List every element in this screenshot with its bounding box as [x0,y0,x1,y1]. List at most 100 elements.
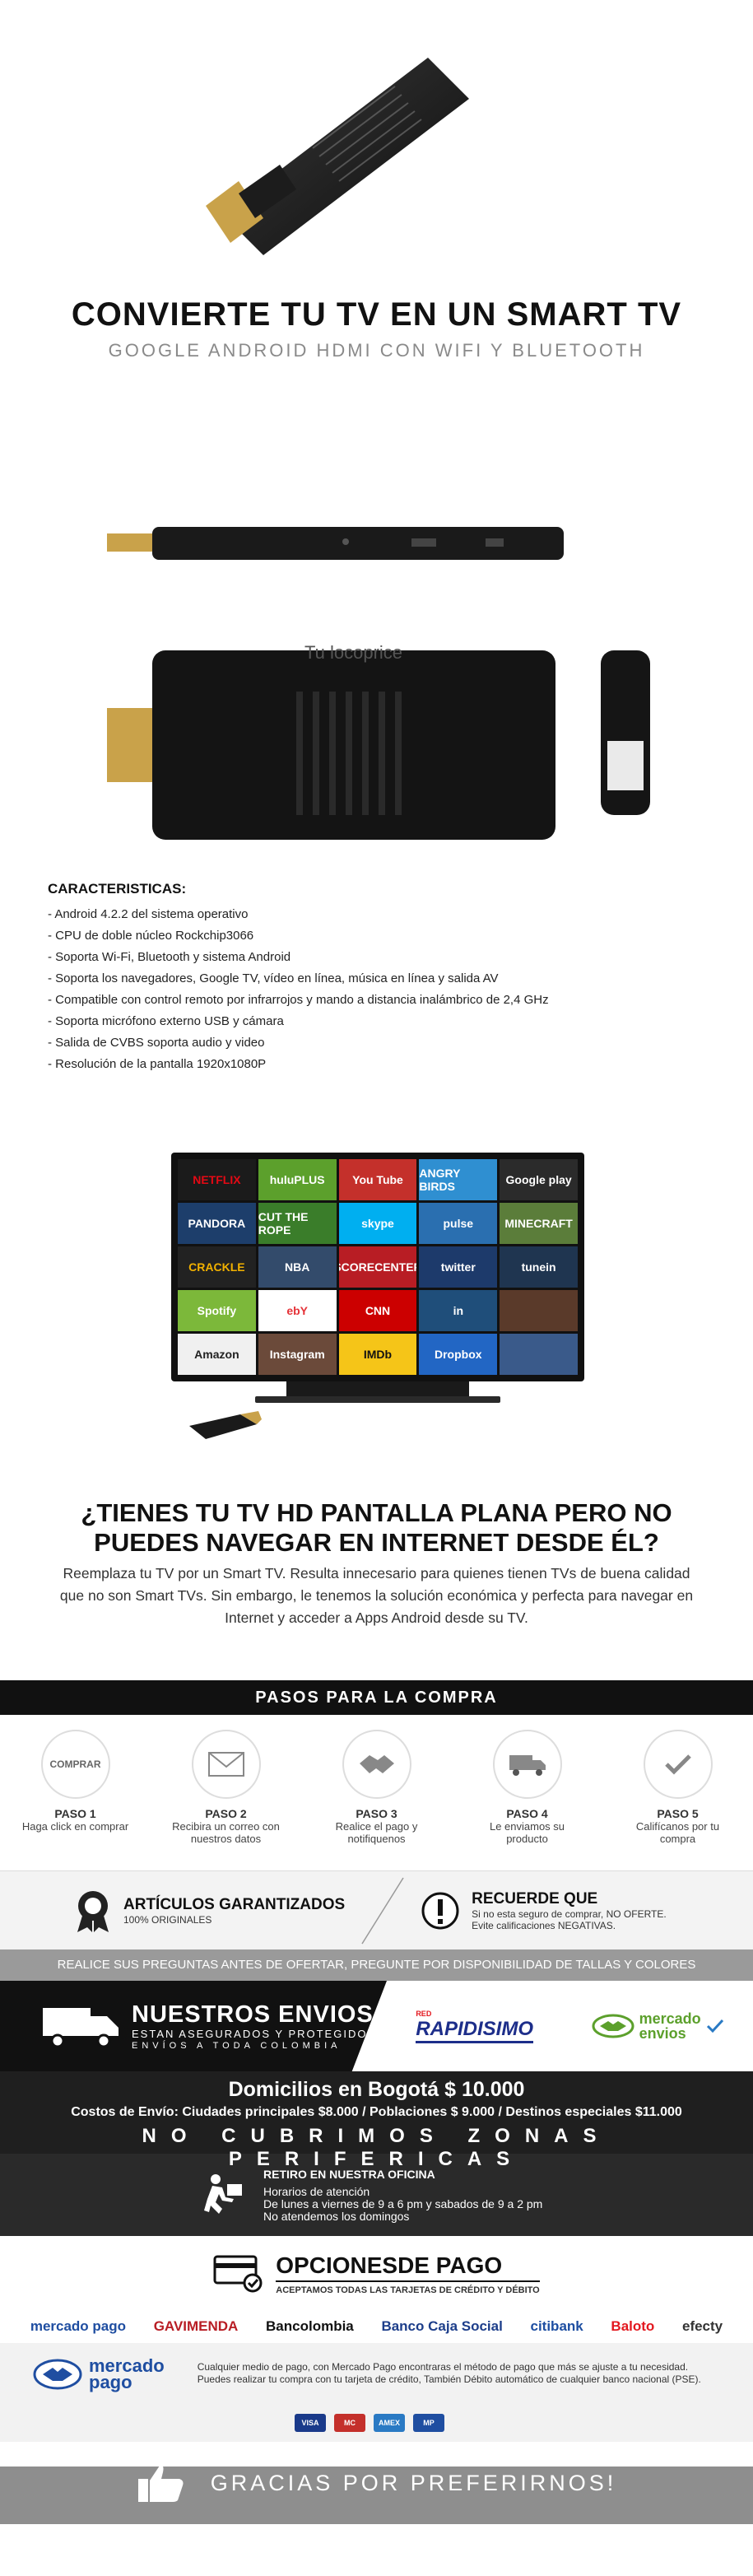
guarantee-title: ARTÍCULOS GARANTIZADOS [123,1895,346,1913]
feature-item: - Soporta Wi-Fi, Bluetooth y sistema And… [48,950,291,964]
app-tile: CUT THE ROPE [258,1203,337,1244]
app-tile [500,1290,578,1331]
feature-item: - Android 4.2.2 del sistema operativo [48,907,249,921]
sub-headline: GOOGLE ANDROID HDMI CON WIFI Y BLUETOOTH [108,340,645,361]
mercado-envios-logo: mercado envios [592,2011,724,2041]
shipping-title: NUESTROS ENVIOS [132,2001,374,2028]
shipping-section: NUESTROS ENVIOS ESTAN ASEGURADOS Y PROTE… [0,1981,753,2071]
app-tile: huluPLUS [258,1159,337,1200]
card-logo: VISA [295,2414,326,2432]
product-listing-page: CONVIERTE TU TV EN UN SMART TV GOOGLE AN… [0,0,753,2524]
app-tile: IMDb [338,1334,417,1375]
checkmark-icon [643,1730,713,1799]
question-body: Reemplaza tu TV por un Smart TV. Resulta… [59,1565,694,1626]
feature-item: - Soporta los navegadores, Google TV, ví… [48,971,499,985]
question-section: ¿TIENES TU TV HD PANTALLA PLANA PERO NO … [0,1498,753,1629]
step-desc: Califícanos por tu compra [635,1820,720,1845]
app-tile: CNN [338,1290,417,1331]
app-tile: NBA [258,1246,337,1288]
mp-text-line: Cualquier medio de pago, con Mercado Pag… [197,2361,689,2373]
step-4: PASO 4 Le enviamos su producto [470,1730,585,1870]
bank-logos: mercado pago GAVIMENDA Bancolombia Banco Ca… [0,2318,753,2335]
tv-apps-section: NETFLIX huluPLUS You Tube ANGRY BIRDS Google… [0,1153,753,1498]
handshake-icon [342,1730,411,1799]
step-title: PASO 3 [356,1807,397,1820]
bank-name: GAVIMENDA [153,2318,239,2334]
card-icon [213,2255,263,2293]
office-hours: Horarios de atención [263,2184,370,2198]
app-tile: pulse [419,1203,498,1244]
hero-section: CONVIERTE TU TV EN UN SMART TV GOOGLE AN… [0,0,753,395]
app-tile: ebY [258,1290,337,1331]
watermark-text: Tu locoprice [304,642,402,663]
app-tile: tunein [500,1246,578,1288]
checkmark-icon [706,2019,723,2033]
thanks-text: GRACIAS POR PREFERIRNOS! [210,2470,617,2495]
delivery-costs: Domicilios en Bogotá $ 10.000 Costos de … [0,2071,753,2170]
main-headline: CONVIERTE TU TV EN UN SMART TV [71,296,682,333]
step-title: PASO 5 [657,1807,699,1820]
feature-item: - Salida de CVBS soporta audio y video [48,1036,265,1050]
guarantee-item: ARTÍCULOS GARANTIZADOS 100% ORIGINALES [74,1888,345,1934]
app-tile: MINECRAFT [500,1203,578,1244]
office-hours: No atendemos los domingos [263,2209,410,2223]
envelope-icon [191,1730,261,1799]
office-title: RETIRO EN NUESTRA OFICINA [263,2167,435,2181]
steps-title-bar: PASOS PARA LA COMPRA [0,1680,753,1715]
bank-logo: citibank [531,2318,583,2335]
app-grid: NETFLIX huluPLUS You Tube ANGRY BIRDS Google… [178,1159,578,1375]
bank-logo: GAVIMENDA [154,2318,239,2335]
bank-logo: efecty [682,2318,723,2335]
app-tile: Instagram [258,1334,337,1375]
bank-name: mercado pago [30,2318,127,2334]
guarantee-sub: 100% ORIGINALES [123,1913,212,1926]
divider-slash [361,1877,404,1944]
shipping-banner: NUESTROS ENVIOS ESTAN ASEGURADOS Y PROTE… [0,1981,387,2071]
remember-title: RECUERDE QUE [472,1889,598,1908]
bank-name: Baloto [611,2318,655,2334]
device-side-view [107,527,564,560]
bank-logo: mercado pago [30,2318,126,2335]
app-tile: CRACKLE [178,1246,256,1288]
bank-logo: Banco Caja Social [381,2318,502,2335]
handshake-icon [592,2014,634,2038]
mercado-envios-line: envios [639,2025,686,2042]
step-title: PASO 4 [506,1807,548,1820]
shipping-sub: ENVÍOS A TODA COLOMBIA [132,2040,342,2051]
card-logo: AMEX [374,2414,405,2432]
app-tile: Google play [500,1159,578,1200]
mp-logo-line: pago [89,2372,132,2392]
payment-sub: ACEPTAMOS TODAS LAS TARJETAS DE CRÉDITO … [276,2285,540,2295]
mini-stick-image [189,1411,262,1439]
card-logo: MP [413,2414,444,2432]
device-end-view [601,650,650,815]
step-title: PASO 1 [54,1807,96,1820]
app-tile: in [419,1290,498,1331]
tv-screen: NETFLIX huluPLUS You Tube ANGRY BIRDS Google… [171,1153,584,1381]
mercadopago-description: Cualquier medio de pago, con Mercado Pag… [198,2361,701,2386]
step-desc: Realice el pago y notifiquenos [335,1820,418,1845]
app-tile: Dropbox [419,1334,498,1375]
purchase-steps: COMPRAR PASO 1 Haga click en comprar PAS… [0,1715,753,1871]
feature-item: - CPU de doble núcleo Rockchip3066 [48,929,254,943]
truck-icon [43,2008,119,2048]
truck-icon [492,1730,562,1799]
bogota-delivery: Domicilios en Bogotá $ 10.000 [228,2078,525,2101]
payment-title: OPCIONESDE PAGO [276,2252,540,2282]
product-views-section: Tu locoprice [0,395,753,881]
device-top-view: Tu locoprice [107,642,555,840]
thumbs-up-icon [137,2465,184,2502]
carrier-logo: RED RAPIDISIMO [416,2010,533,2043]
shipping-sub: ESTAN ASEGURADOS Y PROTEGIDOS [132,2027,377,2040]
feature-item: - Soporta micrófono externo USB y cámara [48,1014,284,1028]
exclamation-icon [421,1892,459,1929]
buy-icon: COMPRAR [40,1730,110,1799]
app-tile: PANDORA [178,1203,256,1244]
shipping-costs: Costos de Envío: Ciudades principales $8… [71,2105,682,2119]
features-section: CARACTERISTICAS: - Android 4.2.2 del sis… [0,881,753,1153]
app-tile: Spotify [178,1290,256,1331]
features-title: CARACTERISTICAS: [48,881,187,897]
mercado-envios-line: mercado [639,2010,701,2027]
payment-header: OPCIONESDE PAGO ACEPTAMOS TODAS LAS TARJ… [0,2236,753,2295]
question-title: ¿TIENES TU TV HD PANTALLA PLANA PERO NO … [81,1498,672,1557]
